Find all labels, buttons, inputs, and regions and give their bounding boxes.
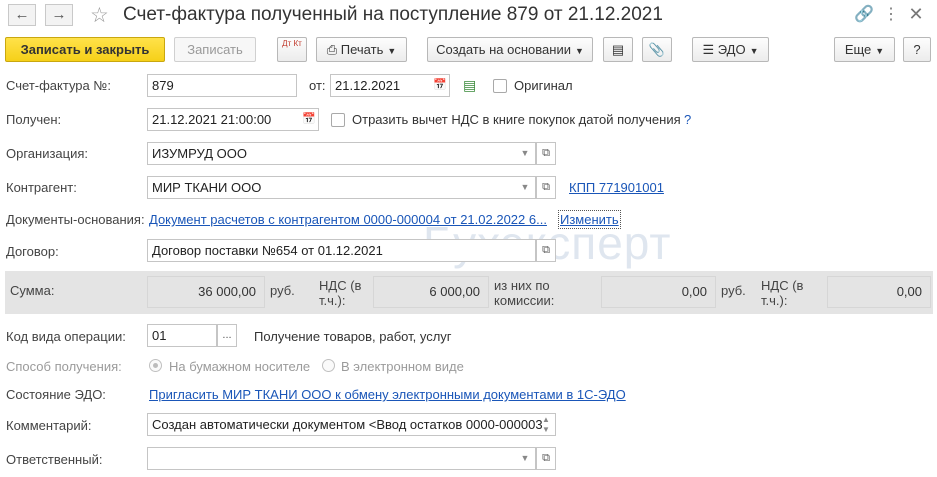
chevron-down-icon[interactable]: ▼: [516, 177, 534, 198]
basis-label: Документы-основания:: [6, 212, 145, 227]
help-icon[interactable]: ?: [684, 112, 691, 127]
chevron-down-icon[interactable]: ▼: [516, 448, 534, 469]
chevron-down-icon[interactable]: ▼: [516, 143, 534, 164]
chevron-down-icon: ▼: [875, 46, 885, 56]
received-label: Получен:: [6, 112, 62, 127]
currency-label: руб.: [270, 283, 295, 298]
expand-icon[interactable]: ▲ ▼: [537, 414, 555, 435]
star-icon[interactable]: ☆: [90, 3, 109, 28]
select-more-icon[interactable]: ...: [217, 324, 237, 347]
received-field[interactable]: 21.12.2021 21:00:00: [147, 108, 319, 131]
org-label: Организация:: [6, 146, 89, 161]
commission-label-line2: комиссии:: [494, 293, 555, 308]
contract-field[interactable]: Договор поставки №654 от 01.12.2021: [147, 239, 536, 262]
calendar-icon[interactable]: 📅: [431, 75, 449, 96]
original-label: Оригинал: [514, 78, 573, 93]
vat-field: 6 000,00: [373, 276, 489, 308]
kpp-link[interactable]: КПП 771901001: [569, 180, 664, 195]
more-icon[interactable]: ⋮: [880, 4, 902, 24]
open-icon[interactable]: ⧉: [536, 447, 556, 470]
back-arrow-icon[interactable]: ←: [8, 4, 36, 26]
change-link[interactable]: Изменить: [558, 210, 621, 229]
vat2-label-line2: т.ч.):: [761, 293, 788, 308]
edo-invite-link[interactable]: Пригласить МИР ТКАНИ ООО к обмену электр…: [149, 387, 626, 402]
chevron-down-icon: ▼: [387, 46, 397, 56]
responsible-label: Ответственный:: [6, 452, 103, 467]
method-label: Способ получения:: [6, 359, 122, 374]
from-label: от:: [309, 78, 326, 93]
dt-kt-button[interactable]: Дт Кт: [277, 37, 307, 62]
calendar-icon[interactable]: 📅: [300, 109, 318, 130]
vat-label-line1: НДС (в: [319, 278, 362, 293]
open-icon[interactable]: ⧉: [536, 142, 556, 165]
chevron-down-icon: ▼: [749, 46, 759, 56]
currency-label: руб.: [721, 283, 746, 298]
document-check-icon[interactable]: ▤: [463, 77, 476, 94]
print-button[interactable]: ⎙ Печать ▼: [316, 37, 407, 62]
vat2-field: 0,00: [827, 276, 931, 308]
save-close-button[interactable]: Записать и закрыть: [5, 37, 165, 62]
edo-button[interactable]: ☰ ЭДО ▼: [692, 37, 769, 62]
org-field[interactable]: ИЗУМРУД ООО: [147, 142, 536, 165]
edo-label: ЭДО: [717, 42, 746, 57]
comment-label: Комментарий:: [6, 418, 92, 433]
sum-field: 36 000,00: [147, 276, 265, 308]
sum-panel: Сумма: 36 000,00 руб. НДС (в т.ч.): 6 00…: [5, 271, 933, 314]
method-paper-radio[interactable]: [149, 359, 162, 372]
paperclip-icon[interactable]: 📎: [642, 37, 672, 62]
sum-label: Сумма:: [10, 283, 55, 298]
open-icon[interactable]: ⧉: [536, 176, 556, 199]
vat-deduct-checkbox[interactable]: [331, 113, 345, 127]
vat-label-line2: т.ч.):: [319, 293, 346, 308]
chevron-down-icon: ▼: [574, 46, 584, 56]
create-based-label: Создать на основании: [436, 42, 571, 57]
original-checkbox[interactable]: [493, 79, 507, 93]
commission-field: 0,00: [601, 276, 716, 308]
print-label: Печать: [340, 42, 384, 57]
structure-icon[interactable]: ▤: [603, 37, 633, 62]
vat-deduct-label: Отразить вычет НДС в книге покупок датой…: [352, 112, 681, 127]
op-code-desc: Получение товаров, работ, услуг: [254, 329, 452, 344]
dt-kt-icon: Дт Кт: [282, 39, 302, 48]
more-label: Еще: [844, 42, 872, 57]
page-title: Счет-фактура полученный на поступление 8…: [123, 4, 663, 25]
link-icon[interactable]: 🔗: [853, 4, 875, 24]
invoice-no-label: Счет-фактура №:: [6, 78, 111, 93]
contract-label: Договор:: [6, 244, 59, 259]
close-icon[interactable]: ✕: [905, 4, 927, 25]
more-button[interactable]: Еще ▼: [834, 37, 895, 62]
forward-arrow-icon[interactable]: →: [45, 4, 73, 26]
vat2-label-line1: НДС (в: [761, 278, 804, 293]
method-paper-label: На бумажном носителе: [169, 359, 311, 374]
save-button[interactable]: Записать: [174, 37, 256, 62]
edo-icon: ☰: [702, 42, 715, 57]
open-icon[interactable]: ⧉: [536, 239, 556, 262]
method-electronic-radio[interactable]: [322, 359, 335, 372]
responsible-field[interactable]: [147, 447, 536, 470]
contractor-label: Контрагент:: [6, 180, 77, 195]
help-button[interactable]: ?: [903, 37, 931, 62]
create-based-button[interactable]: Создать на основании ▼: [427, 37, 593, 62]
comment-field[interactable]: Создан автоматически документом <Ввод ос…: [147, 413, 556, 436]
op-code-field[interactable]: 01: [147, 324, 217, 347]
commission-label-line1: из них по: [494, 278, 550, 293]
basis-link[interactable]: Документ расчетов с контрагентом 0000-00…: [149, 212, 547, 227]
printer-icon: ⎙: [326, 42, 338, 57]
edo-state-label: Состояние ЭДО:: [6, 387, 106, 402]
contractor-field[interactable]: МИР ТКАНИ ООО: [147, 176, 536, 199]
method-electronic-label: В электронном виде: [341, 359, 464, 374]
invoice-no-field[interactable]: 879: [147, 74, 297, 97]
op-code-label: Код вида операции:: [6, 329, 126, 344]
